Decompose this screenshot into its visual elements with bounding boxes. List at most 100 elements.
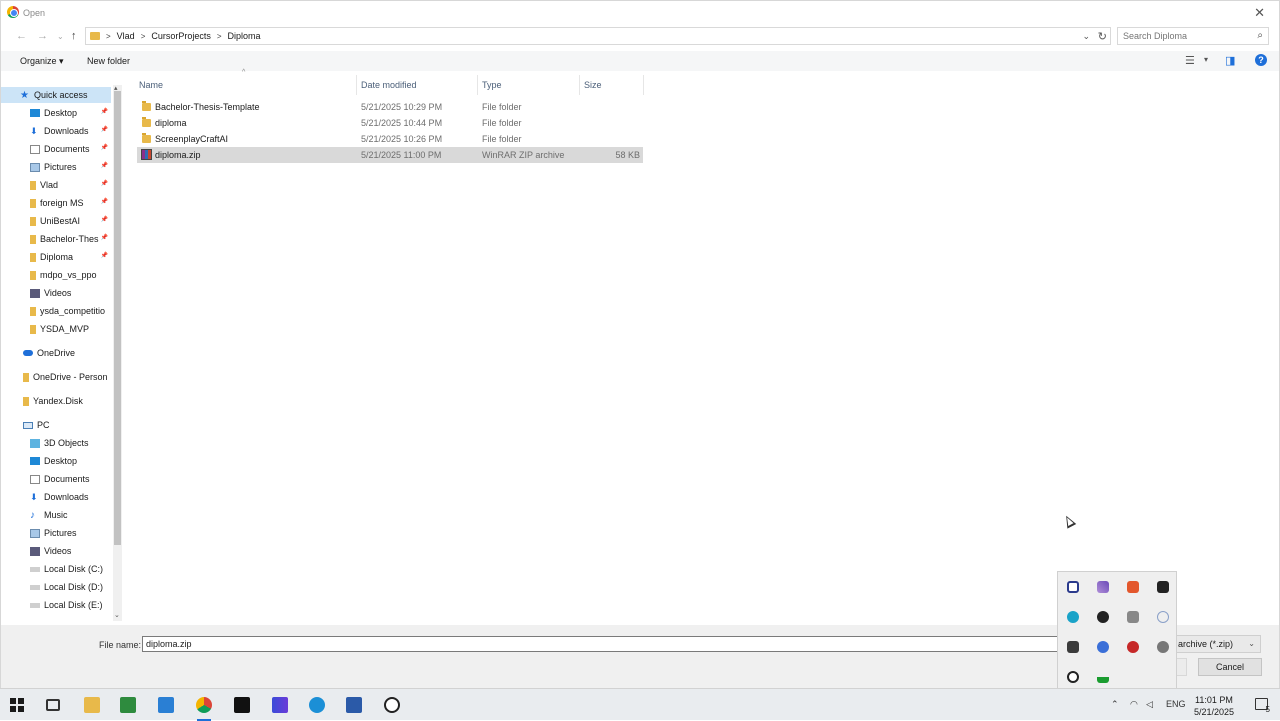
nav-quick-item[interactable]: Documents 📌 <box>30 141 111 157</box>
chevron-down-icon[interactable]: ⌄ <box>1248 639 1255 648</box>
nav-yandex-disk[interactable]: Yandex.Disk <box>23 393 123 409</box>
nav-pc-item[interactable]: Pictures <box>30 525 111 541</box>
forward-icon[interactable]: → <box>37 30 48 42</box>
breadcrumb-vlad[interactable]: Vlad <box>117 31 135 41</box>
file-row[interactable]: ScreenplayCraftAI 5/21/2025 10:26 PM File … <box>137 131 643 147</box>
preview-pane-icon[interactable]: ◨ <box>1225 54 1235 67</box>
file-row[interactable]: Bachelor-Thesis-Template 5/21/2025 10:29 … <box>137 99 643 115</box>
column-size[interactable]: Size <box>584 80 602 90</box>
cancel-button[interactable]: Cancel <box>1198 658 1262 676</box>
chevron-right-icon[interactable]: > <box>106 32 111 41</box>
nav-quick-item[interactable]: Desktop 📌 <box>30 105 111 121</box>
nav-pc-item[interactable]: Videos <box>30 543 111 559</box>
nav-pc-item[interactable]: Local Disk (C:) <box>30 561 111 577</box>
column-type[interactable]: Type <box>482 80 502 90</box>
nav-quick-item[interactable]: Pictures 📌 <box>30 159 111 175</box>
chevron-right-icon[interactable]: > <box>217 32 222 41</box>
nav-quick-item[interactable]: YSDA_MVP <box>30 321 111 337</box>
nav-quick-access[interactable]: ★ Quick access <box>1 87 111 103</box>
app-tray-icon[interactable] <box>1097 641 1109 653</box>
column-divider[interactable] <box>579 75 580 95</box>
app-tray-icon[interactable] <box>1157 611 1169 623</box>
app-taskbar-icon[interactable] <box>272 697 288 713</box>
pen-tray-icon[interactable] <box>1097 581 1109 593</box>
obs-tray-icon[interactable] <box>1097 611 1109 623</box>
app-tray-icon[interactable] <box>1067 581 1079 593</box>
view-options-icon[interactable]: ☰ <box>1185 54 1195 67</box>
chevron-right-icon[interactable]: > <box>141 32 146 41</box>
column-date-modified[interactable]: Date modified <box>361 80 417 90</box>
calculator-icon[interactable] <box>158 697 174 713</box>
task-view-icon[interactable] <box>46 699 60 711</box>
nav-pc-item[interactable]: Desktop <box>30 453 111 469</box>
scroll-down-icon[interactable]: ⌄ <box>114 611 120 619</box>
app-tray-icon[interactable] <box>1127 641 1139 653</box>
column-divider[interactable] <box>356 75 357 95</box>
new-folder-button[interactable]: New folder <box>87 56 130 66</box>
app-tray-icon[interactable] <box>1067 611 1079 623</box>
search-icon[interactable]: ⌕ <box>1257 30 1263 41</box>
app-tray-icon[interactable] <box>1097 671 1109 683</box>
file-type-select[interactable]: archive (*.zip) ⌄ <box>1171 635 1261 653</box>
up-icon[interactable]: ↑ <box>71 30 77 42</box>
wifi-icon[interactable]: ◠ <box>1130 699 1138 710</box>
search-box[interactable]: ⌕ <box>1117 27 1269 45</box>
app-tray-icon[interactable] <box>1127 581 1139 593</box>
nav-pc-item[interactable]: ♪ Music <box>30 507 111 523</box>
file-row[interactable]: diploma.zip 5/21/2025 11:00 PM WinRAR ZIP … <box>137 147 643 163</box>
nav-quick-item[interactable]: ysda_competitio <box>30 303 111 319</box>
nav-pc-item[interactable]: ⬇ Downloads <box>30 489 111 505</box>
back-icon[interactable]: ← <box>16 30 27 42</box>
app-taskbar-icon[interactable] <box>309 697 325 713</box>
file-row[interactable]: diploma 5/21/2025 10:44 PM File folder <box>137 115 643 131</box>
chrome-icon[interactable] <box>196 697 212 721</box>
search-input[interactable] <box>1118 28 1248 44</box>
nav-quick-item[interactable]: Videos <box>30 285 111 301</box>
cloud-tray-icon[interactable] <box>1157 641 1169 653</box>
column-name[interactable]: Name <box>139 80 163 90</box>
breadcrumb-cursorprojects[interactable]: CursorProjects <box>151 31 211 41</box>
nvidia-tray-icon[interactable] <box>1067 641 1079 653</box>
scroll-thumb[interactable] <box>114 91 121 545</box>
nav-scrollbar[interactable]: ▴ ⌄ <box>113 85 122 621</box>
nav-onedrive[interactable]: OneDrive <box>23 345 123 361</box>
column-divider[interactable] <box>477 75 478 95</box>
app-taskbar-icon[interactable] <box>120 697 136 713</box>
word-icon[interactable] <box>346 697 362 713</box>
nav-pc-item[interactable]: Local Disk (E:) <box>30 597 111 613</box>
nav-quick-item[interactable]: ⬇ Downloads 📌 <box>30 123 111 139</box>
cursor-app-icon[interactable] <box>234 697 250 713</box>
nav-pc[interactable]: PC <box>23 417 123 433</box>
file-explorer-icon[interactable] <box>84 697 100 713</box>
monitor-tray-icon[interactable] <box>1157 581 1169 593</box>
address-bar[interactable]: > Vlad > CursorProjects > Diploma ⌄ ↻ <box>85 27 1111 45</box>
nav-pc-item[interactable]: Documents <box>30 471 111 487</box>
nav-pc-item[interactable]: Local Disk (D:) <box>30 579 111 595</box>
breadcrumb-diploma[interactable]: Diploma <box>228 31 261 41</box>
refresh-icon[interactable]: ↻ <box>1098 30 1107 43</box>
nav-pc-item[interactable]: 3D Objects <box>30 435 111 451</box>
nav-quick-item[interactable]: foreign MS 📌 <box>30 195 111 211</box>
close-icon[interactable]: ✕ <box>1254 5 1265 21</box>
help-icon[interactable]: ? <box>1255 54 1267 66</box>
chevron-down-icon[interactable]: ⌄ <box>1082 31 1090 42</box>
clock[interactable]: 11:01 PM 5/21/2025 <box>1194 694 1234 718</box>
column-divider[interactable] <box>643 75 644 95</box>
organize-button[interactable]: Organize ▾ <box>20 56 64 67</box>
headphones-tray-icon[interactable] <box>1067 671 1079 683</box>
app-tray-icon[interactable] <box>1127 611 1139 623</box>
nav-onedrive-personal[interactable]: OneDrive - Person <box>23 369 123 385</box>
language-indicator[interactable]: ENG <box>1166 699 1186 709</box>
obs-icon[interactable] <box>384 697 400 713</box>
nav-quick-item[interactable]: Diploma 📌 <box>30 249 111 265</box>
nav-quick-item[interactable]: Bachelor-Thes 📌 <box>30 231 111 247</box>
file-name-input[interactable] <box>142 636 1172 652</box>
windows-start-icon[interactable] <box>10 698 24 712</box>
nav-quick-item[interactable]: Vlad 📌 <box>30 177 111 193</box>
chevron-down-icon[interactable]: ▾ <box>1204 55 1208 64</box>
volume-icon[interactable]: ◁ <box>1146 699 1153 710</box>
nav-quick-item[interactable]: mdpo_vs_ppo <box>30 267 111 283</box>
nav-quick-item[interactable]: UniBestAI 📌 <box>30 213 111 229</box>
recent-locations-icon[interactable]: ⌄ <box>57 32 64 41</box>
chevron-up-icon[interactable]: ⌃ <box>1111 699 1119 710</box>
